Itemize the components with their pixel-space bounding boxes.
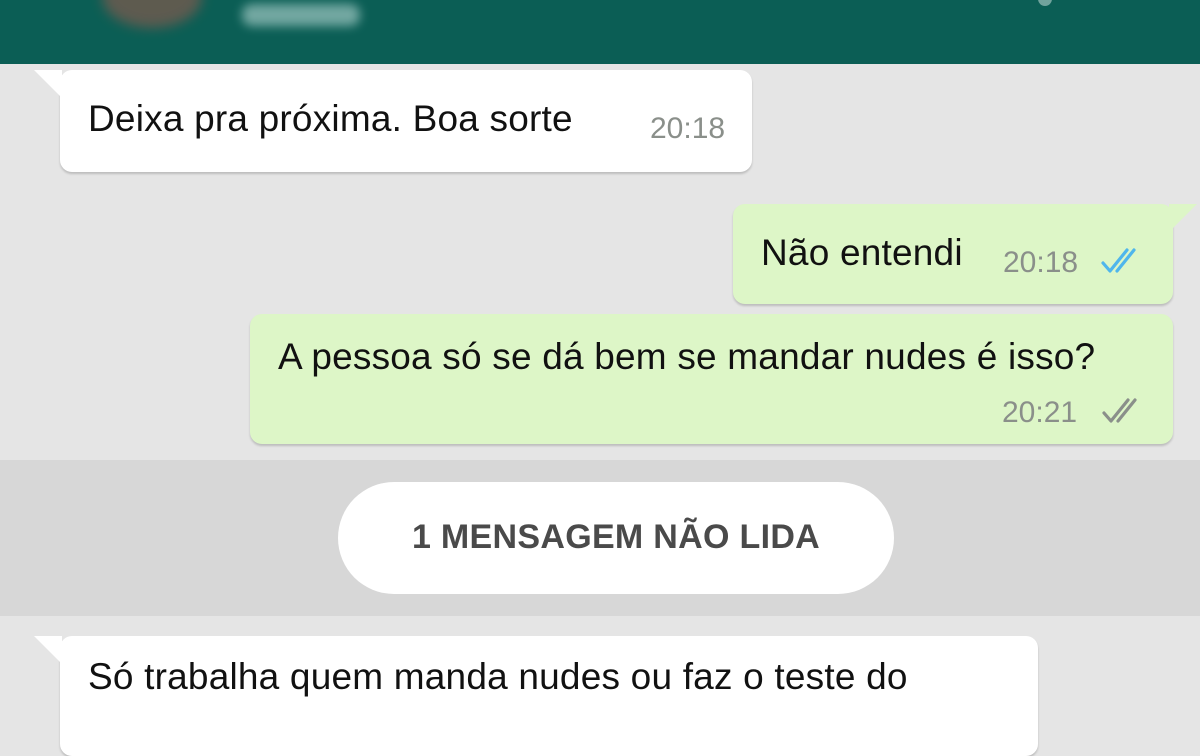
message-text: A pessoa só se dá bem se mandar nudes é … (278, 336, 1096, 377)
header-menu-icon[interactable] (1038, 0, 1052, 6)
bubble-tail (1169, 204, 1197, 232)
message-time: 20:18 (650, 112, 726, 145)
bubble-tail (34, 636, 62, 664)
incoming-message[interactable]: Deixa pra próxima. Boa sorte 20:18 (34, 70, 752, 172)
message-list[interactable]: Deixa pra próxima. Boa sorte 20:18 Não e… (0, 64, 1200, 756)
incoming-message[interactable]: Só trabalha quem manda nudes ou faz o te… (34, 636, 1038, 756)
chat-header (0, 0, 1200, 64)
outgoing-message[interactable]: A pessoa só se dá bem se mandar nudes é … (250, 314, 1173, 444)
unread-banner-label: 1 MENSAGEM NÃO LIDA (411, 518, 821, 556)
double-check-icon (1102, 398, 1137, 423)
message-text: Não entendi (761, 232, 963, 273)
unread-messages-banner: 1 MENSAGEM NÃO LIDA (338, 482, 894, 594)
message-text: Só trabalha quem manda nudes ou faz o te… (88, 656, 908, 697)
contact-avatar[interactable] (102, 0, 202, 28)
bubble-tail (34, 70, 62, 98)
message-time: 20:21 (1002, 396, 1078, 429)
outgoing-message[interactable]: Não entendi 20:18 (733, 204, 1197, 304)
message-time: 20:18 (1003, 246, 1079, 279)
double-check-icon (1101, 248, 1136, 273)
contact-name[interactable] (242, 4, 360, 26)
message-text: Deixa pra próxima. Boa sorte (88, 98, 573, 139)
